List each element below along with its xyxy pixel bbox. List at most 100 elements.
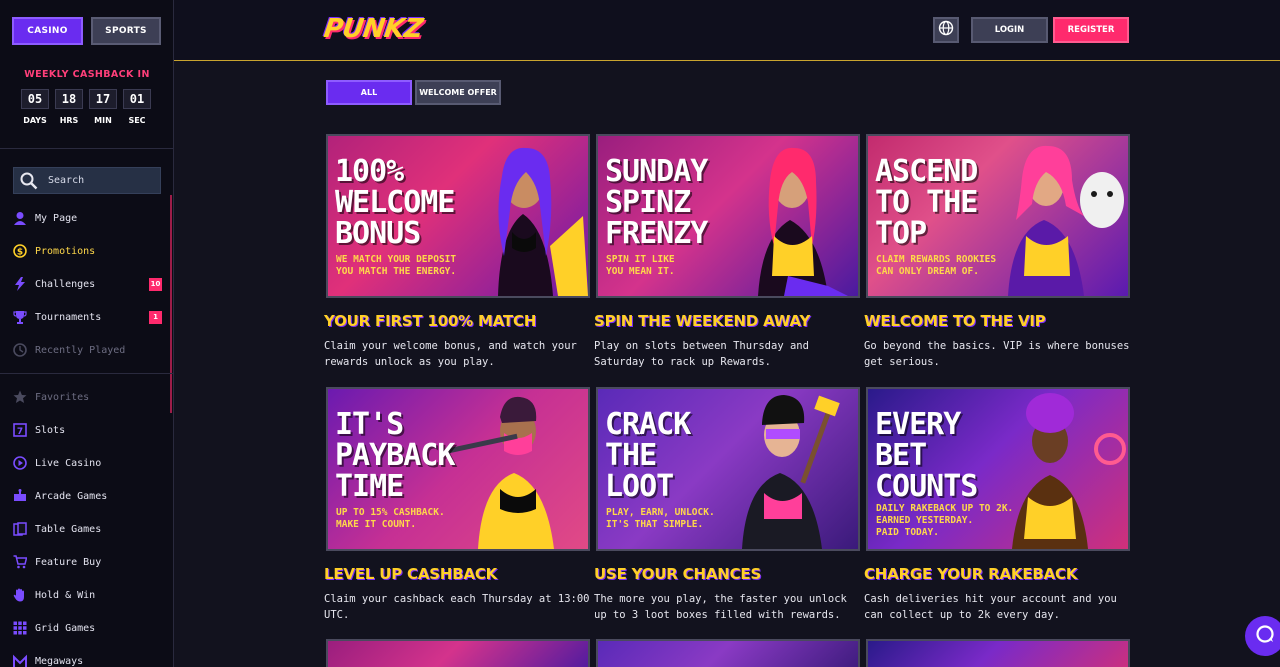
- divider: [0, 148, 173, 149]
- login-button[interactable]: LOGIN: [971, 17, 1048, 43]
- sidebar-item-label: My Page: [35, 212, 78, 224]
- countdown-hours: 18 HRS: [55, 89, 83, 125]
- sidebar-item-arcade-games[interactable]: Arcade Games: [12, 485, 162, 507]
- promo-banner[interactable]: SUNDAY SPINZ FRENZY SPIN IT LIKE YOU MEA…: [596, 134, 860, 298]
- filter-all[interactable]: ALL: [326, 80, 412, 105]
- countdown-days-label: DAYS: [23, 116, 47, 125]
- countdown-hours-label: HRS: [59, 116, 79, 125]
- sidebar-item-challenges[interactable]: Challenges 10: [12, 273, 162, 295]
- globe-icon: [938, 20, 954, 40]
- sidebar-item-tournaments[interactable]: Tournaments 1: [12, 306, 162, 328]
- sidebar-item-hold-and-win[interactable]: Hold & Win: [12, 584, 162, 606]
- promo-card-partial[interactable]: [596, 639, 860, 667]
- clock-icon: [12, 343, 27, 358]
- countdown-days: 05 DAYS: [21, 89, 49, 125]
- star-icon: [12, 390, 27, 405]
- search-icon: [20, 172, 38, 190]
- slots-icon: 7: [12, 423, 27, 438]
- sidebar-item-label: Live Casino: [35, 457, 102, 469]
- sidebar: CASINO SPORTS WEEKLY CASHBACK IN 05 DAYS…: [0, 0, 174, 667]
- promo-description: Claim your cashback each Thursday at 13:…: [324, 593, 590, 621]
- promo-banner-subtext: WE MATCH YOUR DEPOSIT YOU MATCH THE ENER…: [336, 254, 457, 277]
- sidebar-item-favorites[interactable]: Favorites: [12, 386, 162, 408]
- challenges-count-badge: 10: [149, 277, 162, 291]
- cards-icon: [12, 522, 27, 537]
- user-icon: [12, 211, 27, 226]
- promo-title[interactable]: LEVEL UP CASHBACK: [324, 565, 590, 583]
- sidebar-item-label: Slots: [35, 424, 66, 436]
- live-chat-button[interactable]: [1245, 616, 1280, 656]
- search-input[interactable]: Search: [13, 167, 161, 194]
- promo-card-sunday-spinz[interactable]: SUNDAY SPINZ FRENZY SPIN IT LIKE YOU MEA…: [594, 134, 860, 370]
- promo-description: Cash deliveries hit your account and you…: [864, 593, 1117, 621]
- sidebar-item-slots[interactable]: 7 Slots: [12, 419, 162, 441]
- svg-text:7: 7: [16, 427, 22, 437]
- promo-description: The more you play, the faster you unlock…: [594, 593, 847, 621]
- joystick-icon: [12, 489, 27, 504]
- chat-icon: [1255, 624, 1275, 648]
- promo-card-cashback[interactable]: IT'S PAYBACK TIME UP TO 15% CASHBACK. MA…: [324, 387, 590, 623]
- promo-title[interactable]: CHARGE YOUR RAKEBACK: [864, 565, 1130, 583]
- promo-banner-headline: 100% WELCOME BONUS: [335, 154, 455, 251]
- promo-banner-headline: ASCEND TO THE TOP: [875, 154, 978, 251]
- svg-text:$: $: [16, 248, 22, 258]
- tournaments-count-badge: 1: [149, 310, 162, 324]
- sidebar-item-label: Challenges: [35, 278, 96, 290]
- site-logo[interactable]: PUNKZ: [322, 14, 425, 44]
- promo-card-rakeback[interactable]: EVERY BET COUNTS DAILY RAKEBACK UP TO 2K…: [864, 387, 1130, 623]
- sidebar-item-live-casino[interactable]: Live Casino: [12, 452, 162, 474]
- promo-title[interactable]: WELCOME TO THE VIP: [864, 312, 1130, 330]
- sidebar-scrollbar[interactable]: [170, 195, 172, 413]
- promo-banner-headline: IT'S PAYBACK TIME: [335, 407, 455, 504]
- sidebar-item-label: Megaways: [35, 655, 84, 667]
- promo-banner-subtext: SPIN IT LIKE YOU MEAN IT.: [606, 254, 675, 277]
- countdown-minutes: 17 MIN: [89, 89, 117, 125]
- divider: [0, 373, 173, 374]
- cashback-countdown: 05 DAYS 18 HRS 17 MIN 01 SEC: [21, 89, 151, 125]
- promo-card-partial[interactable]: [326, 639, 590, 667]
- register-button[interactable]: REGISTER: [1053, 17, 1129, 43]
- tab-casino[interactable]: CASINO: [12, 17, 83, 45]
- promo-title[interactable]: USE YOUR CHANCES: [594, 565, 860, 583]
- countdown-minutes-value: 17: [89, 89, 117, 109]
- language-button[interactable]: [933, 17, 959, 43]
- promo-banner[interactable]: ASCEND TO THE TOP CLAIM REWARDS ROOKIES …: [866, 134, 1130, 298]
- promo-banner-subtext: PLAY, EARN, UNLOCK. IT'S THAT SIMPLE.: [606, 507, 715, 530]
- promo-banner[interactable]: CRACK THE LOOT PLAY, EARN, UNLOCK. IT'S …: [596, 387, 860, 551]
- promo-banner-subtext: UP TO 15% CASHBACK. MAKE IT COUNT.: [336, 507, 445, 530]
- promo-banner-subtext: DAILY RAKEBACK UP TO 2K. EARNED YESTERDA…: [876, 503, 1014, 538]
- sidebar-item-my-page[interactable]: My Page: [12, 207, 162, 229]
- sidebar-item-grid-games[interactable]: Grid Games: [12, 617, 162, 639]
- search-placeholder: Search: [48, 175, 85, 186]
- sidebar-item-feature-buy[interactable]: Feature Buy: [12, 551, 162, 573]
- promo-card-vip[interactable]: ASCEND TO THE TOP CLAIM REWARDS ROOKIES …: [864, 134, 1130, 370]
- coin-icon: $: [12, 244, 27, 259]
- sidebar-item-label: Tournaments: [35, 311, 102, 323]
- promo-card-partial[interactable]: [866, 639, 1130, 667]
- filter-welcome-offer[interactable]: WELCOME OFFER: [415, 80, 501, 105]
- sidebar-item-table-games[interactable]: Table Games: [12, 518, 162, 540]
- promo-card-welcome-bonus[interactable]: 100% WELCOME BONUS WE MATCH YOUR DEPOSIT…: [324, 134, 590, 370]
- promo-title[interactable]: SPIN THE WEEKEND AWAY: [594, 312, 860, 330]
- sidebar-item-megaways[interactable]: Megaways: [12, 650, 162, 667]
- promo-description: Play on slots between Thursday and Satur…: [594, 340, 809, 368]
- promo-description: Claim your welcome bonus, and watch your…: [324, 340, 577, 368]
- countdown-hours-value: 18: [55, 89, 83, 109]
- promo-banner[interactable]: IT'S PAYBACK TIME UP TO 15% CASHBACK. MA…: [326, 387, 590, 551]
- sidebar-item-label: Grid Games: [35, 622, 96, 634]
- promo-banner[interactable]: 100% WELCOME BONUS WE MATCH YOUR DEPOSIT…: [326, 134, 590, 298]
- play-icon: [12, 456, 27, 471]
- cashback-countdown-title: WEEKLY CASHBACK IN: [24, 69, 150, 80]
- promo-title[interactable]: YOUR FIRST 100% MATCH: [324, 312, 590, 330]
- promo-card-loot[interactable]: CRACK THE LOOT PLAY, EARN, UNLOCK. IT'S …: [594, 387, 860, 623]
- tab-sports[interactable]: SPORTS: [91, 17, 161, 45]
- sidebar-item-label: Hold & Win: [35, 589, 96, 601]
- countdown-seconds-value: 01: [123, 89, 151, 109]
- promo-banner[interactable]: EVERY BET COUNTS DAILY RAKEBACK UP TO 2K…: [866, 387, 1130, 551]
- sidebar-item-promotions[interactable]: $ Promotions: [12, 240, 162, 262]
- sidebar-item-label: Favorites: [35, 391, 90, 403]
- sidebar-item-label: Recently Played: [35, 344, 126, 356]
- sidebar-item-recently-played[interactable]: Recently Played: [12, 339, 162, 361]
- top-bar: PUNKZ LOGIN REGISTER: [174, 0, 1280, 61]
- countdown-minutes-label: MIN: [94, 116, 112, 125]
